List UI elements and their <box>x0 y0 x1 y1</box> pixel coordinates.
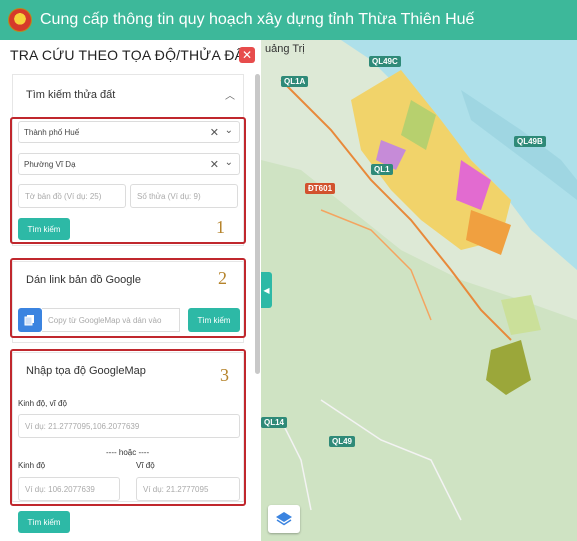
app-header: ★ Cung cấp thông tin quy hoạch xây dựng … <box>0 0 577 40</box>
ward-select-value: Phường Vĩ Dạ <box>24 159 76 169</box>
panel-title: TRA CỨU THEO TỌA ĐỘ/THỬA ĐẤT <box>10 47 253 63</box>
land-search-button[interactable]: Tìm kiếm <box>18 218 70 240</box>
layers-icon <box>276 512 292 526</box>
latitude-label: Vĩ độ <box>136 461 155 470</box>
latlng-label: Kinh độ, vĩ độ <box>18 399 67 408</box>
layers-button[interactable] <box>268 505 300 533</box>
longitude-label: Kinh độ <box>18 461 46 470</box>
coords-title: Nhập tọa độ GoogleMap <box>26 365 146 377</box>
marker-number-3: 3 <box>220 365 229 385</box>
clear-icon[interactable]: ✕ <box>210 126 219 139</box>
road-label-dt601: ĐT601 <box>305 183 336 194</box>
chevron-up-icon[interactable]: ︿ <box>225 87 235 102</box>
road-label-ql49: QL49 <box>329 436 356 447</box>
chevron-down-icon[interactable]: ⌄ <box>225 157 233 168</box>
or-divider: ---- hoặc ---- <box>106 448 150 457</box>
parcel-input[interactable]: Số thửa (Ví dụ: 9) <box>130 184 238 208</box>
search-panel: TRA CỨU THEO TỌA ĐỘ/THỬA ĐẤT ✕ Tìm kiếm … <box>0 40 261 541</box>
coords-search-button[interactable]: Tìm kiếm <box>18 511 70 533</box>
copy-icon[interactable] <box>18 308 42 332</box>
city-select[interactable]: Thành phố Huế ✕ ⌄ <box>18 121 240 143</box>
map-canvas <box>261 40 577 541</box>
chevron-left-icon[interactable]: ◀ <box>261 272 272 308</box>
marker-number-1: 1 <box>216 217 225 237</box>
road-label-ql1: QL1 <box>371 164 393 175</box>
map-sheet-input[interactable]: Tờ bản đồ (Ví dụ: 25) <box>18 184 126 208</box>
close-button[interactable]: ✕ <box>239 47 255 63</box>
panel-header: TRA CỨU THEO TỌA ĐỘ/THỬA ĐẤT ✕ <box>0 40 261 70</box>
map-view[interactable]: uảng Trị QL1A QL49C QL49B QL1 QL14 QL49 … <box>261 40 577 541</box>
app-title: Cung cấp thông tin quy hoạch xây dựng tỉ… <box>40 11 475 28</box>
marker-number-2: 2 <box>218 268 227 288</box>
google-link-input[interactable]: Copy từ GoogleMap và dán vào <box>42 308 180 332</box>
city-select-value: Thành phố Huế <box>24 127 80 137</box>
chevron-down-icon[interactable]: ⌄ <box>225 125 233 136</box>
clear-icon[interactable]: ✕ <box>210 158 219 171</box>
road-label-ql1a: QL1A <box>281 76 309 87</box>
land-search-title: Tìm kiếm thửa đất <box>26 89 116 101</box>
google-link-search-button[interactable]: Tìm kiếm <box>188 308 240 332</box>
road-label-ql49b: QL49B <box>514 136 546 147</box>
longitude-input[interactable]: Ví dụ: 106.2077639 <box>18 477 120 501</box>
latlng-input[interactable]: Ví dụ: 21.2777095,106.2077639 <box>18 414 240 438</box>
ward-select[interactable]: Phường Vĩ Dạ ✕ ⌄ <box>18 153 240 175</box>
google-link-title: Dán link bản đồ Google <box>26 274 141 286</box>
road-label-ql14: QL14 <box>261 417 288 428</box>
national-emblem-icon: ★ <box>8 8 32 32</box>
road-label-ql49c: QL49C <box>369 56 401 67</box>
panel-scrollbar[interactable] <box>255 74 260 374</box>
latitude-input[interactable]: Ví dụ: 21.2777095 <box>136 477 240 501</box>
place-quang-tri: uảng Trị <box>265 43 305 55</box>
